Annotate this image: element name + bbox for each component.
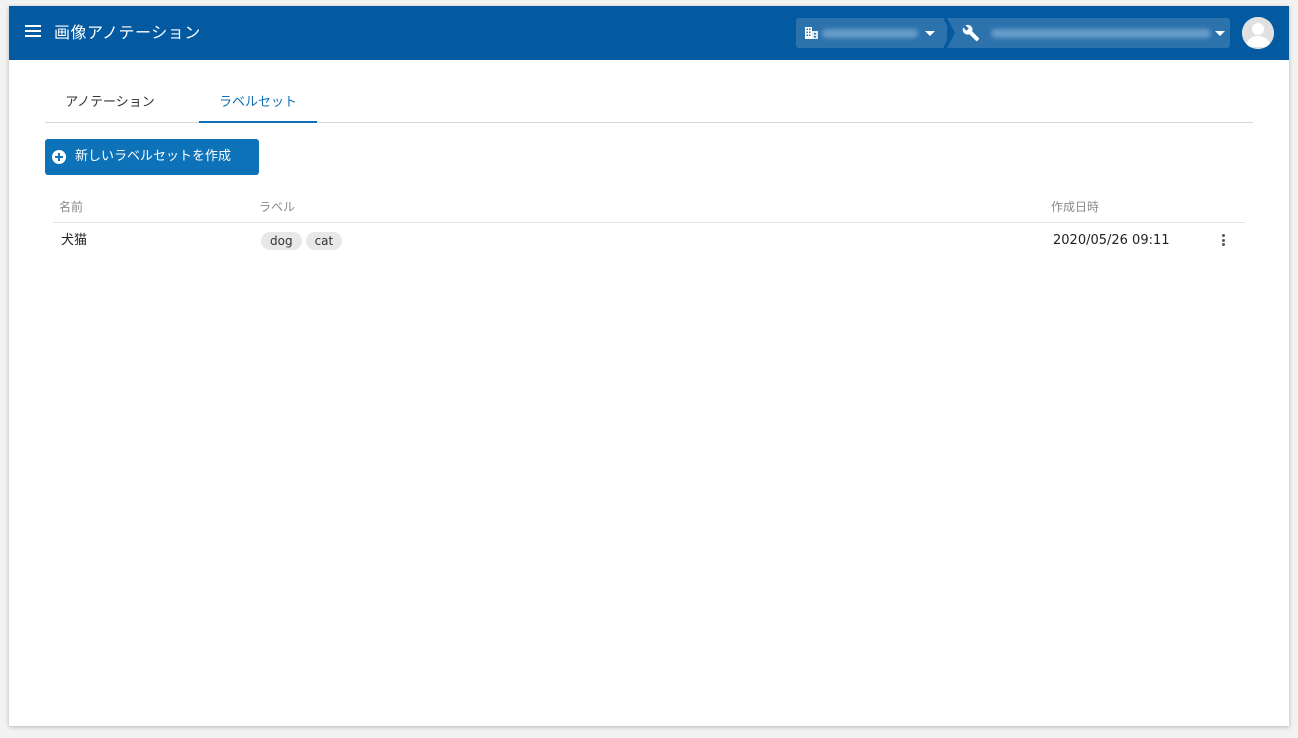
app-title: 画像アノテーション: [54, 23, 201, 42]
create-label-set-label: 新しいラベルセットを作成: [75, 149, 232, 164]
breadcrumb-notch: [947, 18, 955, 48]
create-label-set-button[interactable]: 新しいラベルセットを作成: [45, 139, 259, 175]
column-header-labels: ラベル: [259, 200, 296, 214]
label-chip: dog: [261, 232, 302, 250]
dropdown-caret-icon: [1215, 31, 1225, 36]
account-avatar-icon[interactable]: [1242, 17, 1274, 49]
label-set-table: 名前 ラベル 作成日時 犬猫 dog cat 2020/05/26 09:11: [53, 192, 1245, 259]
row-labels: dog cat: [261, 232, 346, 251]
table-row[interactable]: 犬猫 dog cat 2020/05/26 09:11: [53, 223, 1245, 259]
row-name: 犬猫: [61, 233, 88, 248]
menu-icon[interactable]: [25, 25, 41, 41]
building-icon: [805, 27, 818, 39]
dropdown-caret-icon: [925, 31, 935, 36]
row-created: 2020/05/26 09:11: [1053, 233, 1170, 248]
project-selector[interactable]: [947, 18, 1230, 48]
column-header-name: 名前: [59, 200, 84, 214]
column-header-created: 作成日時: [1051, 200, 1100, 214]
tab-annotation[interactable]: アノテーション: [45, 85, 175, 122]
label-chip: cat: [305, 232, 343, 250]
app-header: 画像アノテーション: [9, 6, 1289, 60]
person-icon: [1242, 17, 1274, 49]
wrench-icon: [962, 24, 980, 42]
table-header: 名前 ラベル 作成日時: [53, 192, 1245, 223]
app-window: 画像アノテーション アノテーション ラベルセット 新しいラベルセットを作成 名前…: [9, 6, 1289, 726]
add-circle-icon: [52, 150, 66, 164]
organization-name-redacted: [822, 29, 918, 38]
more-vert-icon[interactable]: [1218, 234, 1228, 248]
project-name-redacted: [991, 29, 1211, 38]
tab-label-set[interactable]: ラベルセット: [199, 85, 317, 123]
tab-bar: アノテーション ラベルセット: [45, 85, 1253, 123]
organization-selector[interactable]: [796, 18, 944, 48]
